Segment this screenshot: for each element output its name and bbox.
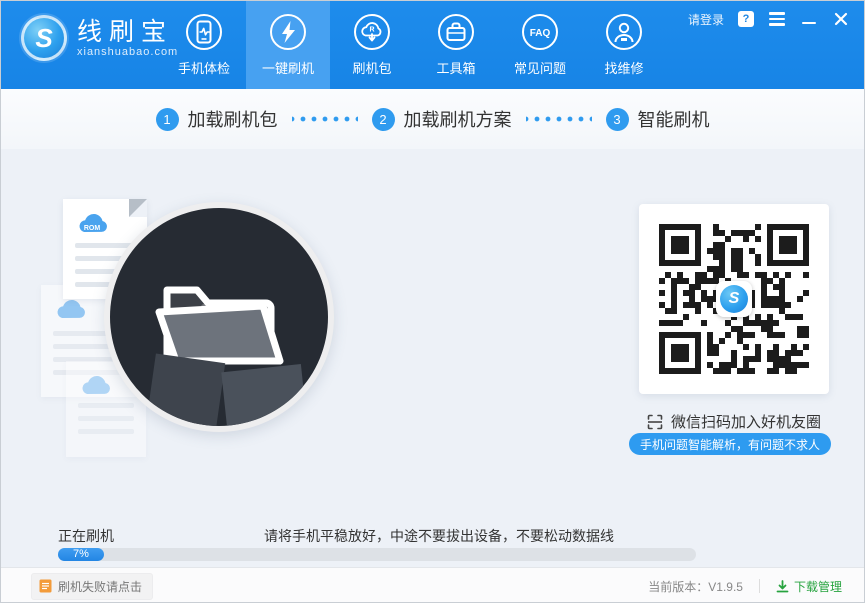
help-icon[interactable]: ? — [738, 11, 754, 27]
qr-caption-text: 微信扫码加入好机友圈 — [671, 411, 821, 432]
flash-failed-link[interactable]: 刷机失败请点击 — [31, 573, 153, 600]
steps-bar: 1 加载刷机包 2 加载刷机方案 3 智能刷机 — [1, 89, 864, 149]
footer-divider — [759, 579, 760, 593]
nav-item-phone-check[interactable]: 手机体检 — [162, 1, 246, 89]
rom-cloud-badge-icon — [53, 297, 95, 323]
main-nav: 手机体检 一键刷机 R 刷机包 — [162, 1, 666, 89]
paper-fold-corner — [129, 199, 147, 217]
step-number: 3 — [606, 108, 629, 131]
qr-center-logo-icon: S — [716, 281, 752, 317]
svg-text:ROM: ROM — [84, 225, 101, 232]
menu-icon[interactable] — [768, 10, 786, 28]
repair-person-icon — [605, 13, 643, 51]
scan-icon — [647, 414, 663, 430]
nav-item-find-repair[interactable]: 找维修 — [582, 1, 666, 89]
qr-promo-pill: 手机问题智能解析，有问题不求人 — [629, 433, 831, 455]
wechat-qr-card: S — [639, 204, 829, 394]
manual-book-icon — [39, 579, 52, 593]
header-bar: S 线刷宝 xianshuabao.com 手机体检 — [1, 1, 864, 89]
progress-percent-label: 7% — [73, 548, 89, 561]
nav-label: 常见问题 — [514, 58, 566, 77]
progress-bar-track: 7% — [58, 548, 696, 561]
version-label: 当前版本：V1.9.5 — [648, 578, 743, 595]
rom-cloud-badge-icon: ROM — [75, 211, 117, 237]
toolbox-icon — [437, 13, 475, 51]
nav-item-rom-package[interactable]: R 刷机包 — [330, 1, 414, 89]
step-label: 加载刷机方案 — [404, 106, 512, 132]
nav-item-faq[interactable]: FAQ 常见问题 — [498, 1, 582, 89]
phone-check-icon — [185, 13, 223, 51]
svg-text:FAQ: FAQ — [530, 28, 551, 39]
qr-caption: 微信扫码加入好机友圈 — [629, 411, 839, 432]
logo-s-icon: S — [21, 15, 67, 61]
step-label: 加载刷机包 — [188, 106, 278, 132]
nav-label: 找维修 — [604, 58, 643, 77]
svg-text:R: R — [369, 27, 374, 34]
download-manager-label: 下载管理 — [794, 578, 842, 595]
login-link[interactable]: 请登录 — [688, 11, 724, 28]
close-icon[interactable] — [832, 10, 850, 28]
step-dots-divider — [292, 116, 358, 122]
nav-label: 刷机包 — [352, 58, 391, 77]
folder-circle-graphic — [104, 202, 334, 432]
rom-cloud-badge-icon — [78, 373, 120, 399]
lightning-icon — [269, 13, 307, 51]
step-number: 2 — [372, 108, 395, 131]
minimize-icon[interactable] — [800, 10, 818, 28]
step-load-scheme: 2 加载刷机方案 — [372, 106, 512, 132]
app-window: S 线刷宝 xianshuabao.com 手机体检 — [0, 0, 865, 603]
nav-item-one-key-flash[interactable]: 一键刷机 — [246, 1, 330, 89]
nav-item-toolbox[interactable]: 工具箱 — [414, 1, 498, 89]
nav-label: 一键刷机 — [262, 58, 314, 77]
nav-label: 手机体检 — [178, 58, 230, 77]
step-smart-flash: 3 智能刷机 — [606, 106, 710, 132]
download-icon — [776, 580, 789, 593]
step-load-rom: 1 加载刷机包 — [156, 106, 278, 132]
titlebar-controls: 请登录 ? — [688, 9, 850, 29]
download-manager-link[interactable]: 下载管理 — [776, 578, 842, 595]
flash-failed-label: 刷机失败请点击 — [58, 578, 142, 595]
rom-cloud-icon: R — [353, 13, 391, 51]
footer-bar: 刷机失败请点击 当前版本：V1.9.5 下载管理 — [1, 567, 864, 603]
step-number: 1 — [156, 108, 179, 131]
step-label: 智能刷机 — [638, 106, 710, 132]
faq-icon: FAQ — [521, 13, 559, 51]
app-logo: S 线刷宝 xianshuabao.com — [21, 15, 178, 61]
progress-fill: 7% — [58, 548, 104, 561]
flash-illustration: ROM — [41, 169, 371, 474]
step-dots-divider — [526, 116, 592, 122]
logo-monogram: S — [35, 25, 52, 51]
nav-label: 工具箱 — [436, 58, 475, 77]
flash-status-tip: 请将手机平稳放好，中途不要拔出设备，不要松动数据线 — [264, 526, 614, 546]
flash-status-label: 正在刷机 — [58, 526, 114, 546]
